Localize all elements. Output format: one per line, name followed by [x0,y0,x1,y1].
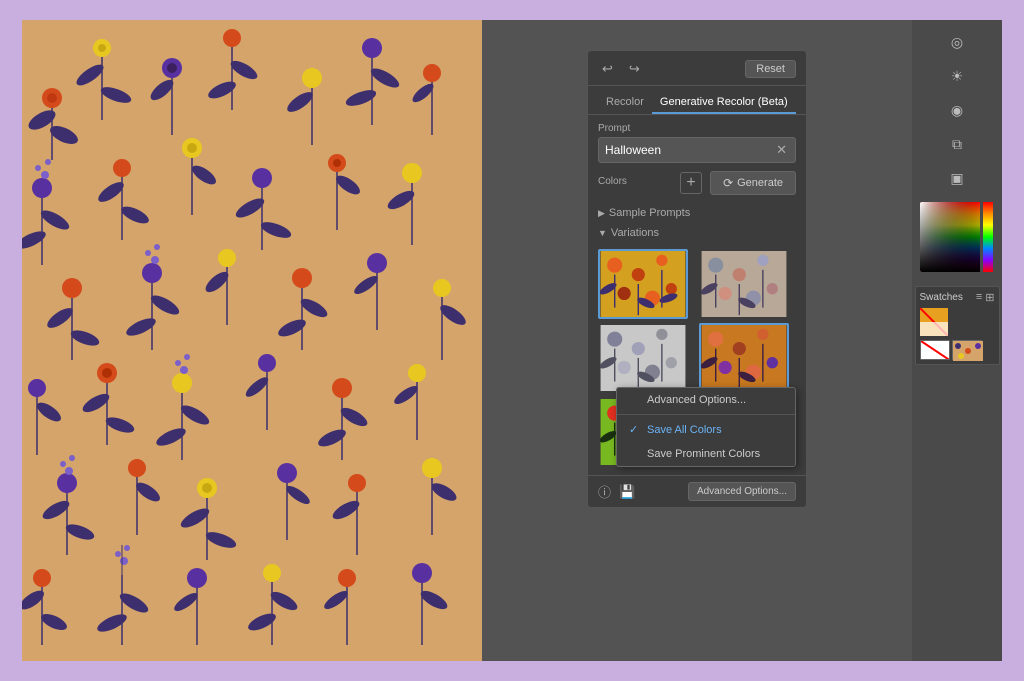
sample-prompts-label: Sample Prompts [609,207,690,219]
variations-arrow: ▼ [598,228,607,238]
middle-panel: ↩ ↪ Reset Recolor Generative Recolor (Be… [482,20,912,661]
floral-pattern [22,20,482,661]
globe-tool[interactable]: ◉ [943,96,971,124]
layers-tool[interactable]: ⧉ [943,130,971,158]
prompt-label: Prompt [598,123,796,134]
swatch-pattern-2[interactable] [952,340,982,360]
reset-button[interactable]: Reset [745,60,796,78]
swatches-list-icon[interactable]: ≡ [976,291,982,304]
dropdown-save-prominent[interactable]: Save Prominent Colors [617,442,795,466]
color-gradient-svg [920,202,995,272]
prompt-input[interactable] [605,143,774,157]
swatches-icons: ≡ ⊞ [976,291,995,304]
main-container: ↩ ↪ Reset Recolor Generative Recolor (Be… [22,20,1002,661]
swatches-panel: Swatches ≡ ⊞ [915,286,1000,365]
variation-2[interactable] [699,249,789,319]
variation-3[interactable] [598,323,688,393]
dropdown-save-all-label: Save All Colors [647,424,722,436]
swatch-main-svg [920,308,948,336]
color-picker[interactable] [920,202,995,272]
canvas-area [22,20,482,661]
sample-prompts-arrow: ▶ [598,208,605,219]
swatch-pattern-2-svg [953,341,983,361]
toolbar-left: ↩ ↪ [598,59,644,79]
undo-button[interactable]: ↩ [598,59,617,79]
panel-footer: ⓘ 💾 Advanced Options... [588,475,806,507]
redo-button[interactable]: ↪ [625,59,644,79]
check-icon-save-all: ✓ [629,423,641,436]
variations-header[interactable]: ▼ Variations [598,223,796,243]
square-tool[interactable]: ▣ [943,164,971,192]
panel-tabs: Recolor Generative Recolor (Beta) [588,86,806,115]
save-icon[interactable]: 💾 [619,484,635,500]
sun-tool[interactable]: ☀ [943,62,971,90]
swatches-title: Swatches [920,292,963,303]
clear-prompt-button[interactable]: ✕ [774,142,789,158]
footer-icons: ⓘ 💾 [598,482,635,501]
sample-prompts-header[interactable]: ▶ Sample Prompts [598,203,796,223]
circle-tool[interactable]: ◎ [943,28,971,56]
colors-label: Colors [598,176,627,187]
variation-1[interactable] [598,249,688,319]
swatches-row [920,340,995,360]
dropdown-separator [617,414,795,415]
swatch-main[interactable] [920,308,948,336]
recolor-panel: ↩ ↪ Reset Recolor Generative Recolor (Be… [587,50,807,508]
swatch-pattern-1-svg [921,341,950,360]
dropdown-advanced[interactable]: Advanced Options... [617,388,795,412]
tab-generative-recolor[interactable]: Generative Recolor (Beta) [652,92,796,114]
generate-label: Generate [737,177,783,189]
prompt-input-wrap: ✕ [598,137,796,163]
variation-4[interactable] [699,323,789,393]
right-panel: ◎ ☀ ◉ ⧉ ▣ [912,20,1002,661]
dropdown-save-prominent-label: Save Prominent Colors [647,448,760,460]
variations-label: Variations [611,227,659,239]
generate-button[interactable]: ⟳ Generate [710,171,796,195]
swatches-header: Swatches ≡ ⊞ [920,291,995,304]
generate-icon: ⟳ [723,176,733,190]
info-icon[interactable]: ⓘ [598,482,611,501]
tab-recolor[interactable]: Recolor [598,92,652,114]
panel-toolbar: ↩ ↪ Reset [588,51,806,86]
colors-row: Colors + ⟳ Generate [598,171,796,195]
swatches-grid-icon[interactable]: ⊞ [985,291,994,304]
advanced-options-button[interactable]: Advanced Options... [688,482,796,501]
add-color-button[interactable]: + [680,172,702,194]
swatch-pattern-1[interactable] [920,340,950,360]
dropdown-menu: Advanced Options... ✓ Save All Colors Sa… [616,387,796,467]
dropdown-advanced-label: Advanced Options... [647,394,746,406]
dropdown-save-all[interactable]: ✓ Save All Colors [617,417,795,442]
